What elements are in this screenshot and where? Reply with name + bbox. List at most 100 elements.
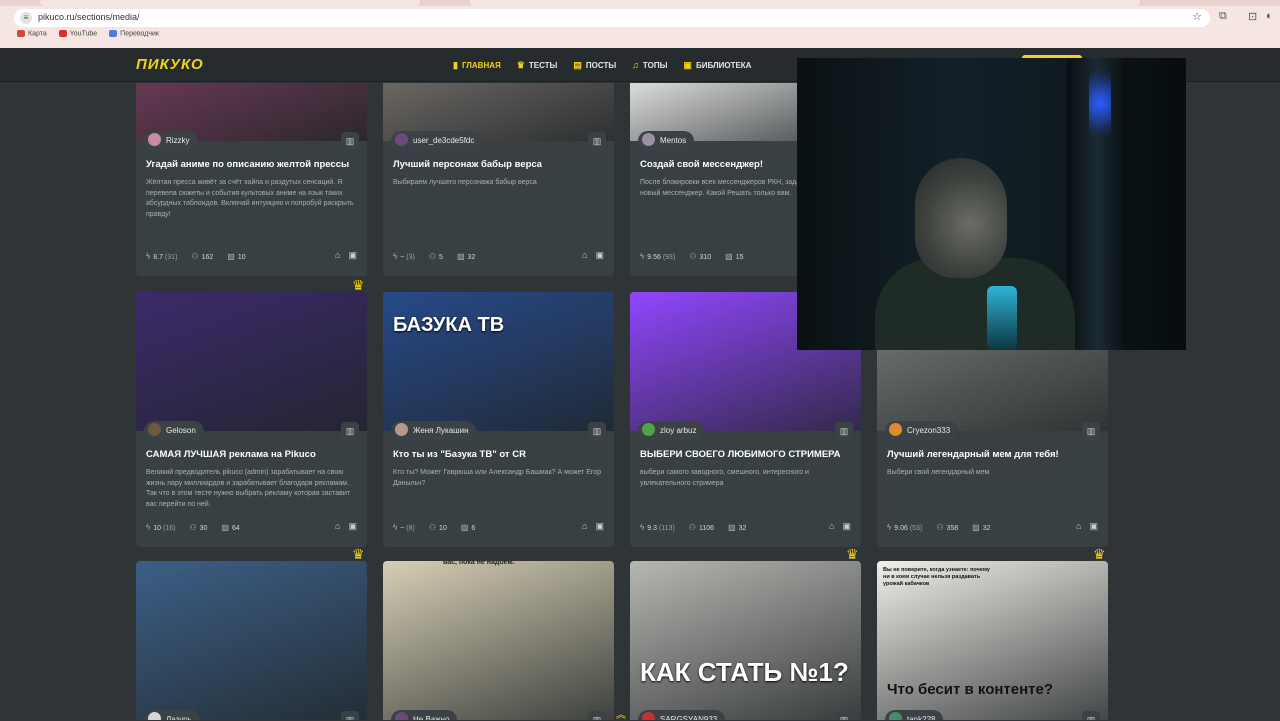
users-icon: ⚇ bbox=[688, 523, 696, 532]
card-thumbnail[interactable]: вас, пока не надоем. bbox=[383, 561, 614, 720]
card-author[interactable]: tank228 bbox=[885, 710, 944, 720]
card-author[interactable]: Лазурь bbox=[144, 710, 200, 720]
extensions-icon[interactable]: ⧉ bbox=[1219, 10, 1227, 23]
test-card[interactable]: Что бесит в контенте? Вы не поверите, ког… bbox=[877, 561, 1108, 720]
images-icon: ▨ bbox=[972, 523, 980, 532]
nav-item-3[interactable]: ♫ ТОПЫ bbox=[632, 60, 667, 70]
nav-item-label: ГЛАВНАЯ bbox=[461, 61, 501, 70]
card-title[interactable]: Лучший персонаж бабыр версa bbox=[393, 159, 605, 170]
test-card[interactable]: Rizzky ▥ Угадай аниме по описанию желтой п… bbox=[136, 83, 367, 276]
rating-metric: ϟ 10 (16) bbox=[146, 523, 175, 532]
card-description: выбери самого заводного, смешного, интер… bbox=[640, 469, 809, 487]
players-value: 10 bbox=[439, 525, 447, 532]
rating-votes: (8) bbox=[406, 525, 415, 532]
test-card[interactable]: БАЗУКА ТВ Женя Лукашин ▥ Кто ты из "Базука … bbox=[383, 292, 614, 547]
card-author[interactable]: Mentos bbox=[638, 131, 695, 151]
nav-item-4[interactable]: ▣ БИБЛИОТЕКА bbox=[683, 60, 751, 71]
card-author[interactable]: user_de3cde5fdc bbox=[391, 131, 483, 151]
stats-chart-icon[interactable]: ▥ bbox=[588, 422, 606, 440]
players-metric: ⚇ 1106 bbox=[688, 523, 714, 532]
card-author[interactable]: SARGSYAN933 bbox=[638, 710, 726, 720]
card-title[interactable]: ВЫБЕРИ СВОЕГО ЛЮБИМОГО СТРИМЕРА bbox=[640, 449, 852, 460]
browser-chrome: ≡ pikuco.ru/sections/media/ ☆ ⧉ ⊡ ◐ Карт… bbox=[0, 0, 1280, 48]
save-icon[interactable]: ▣ bbox=[348, 250, 357, 260]
bookmark-item[interactable]: Переводчик bbox=[109, 30, 159, 37]
players-metric: ⚇ 358 bbox=[936, 523, 958, 532]
card-title[interactable]: Угадай аниме по описанию желтой прессы bbox=[146, 159, 358, 170]
players-metric: ⚇ 5 bbox=[429, 252, 443, 261]
site-logo[interactable]: ПИКУКО bbox=[136, 56, 204, 73]
stats-chart-icon[interactable]: ▥ bbox=[341, 711, 359, 720]
stats-chart-icon[interactable]: ▥ bbox=[588, 132, 606, 150]
card-thumbnail[interactable]: БАЗУКА ТВ bbox=[383, 292, 614, 431]
card-author[interactable]: Не Важно bbox=[391, 710, 458, 720]
items-metric: ▨ 32 bbox=[728, 523, 746, 532]
stats-chart-icon[interactable]: ▥ bbox=[835, 711, 853, 720]
items-metric: ▨ 32 bbox=[456, 252, 475, 261]
browser-tab[interactable] bbox=[40, 0, 420, 6]
card-thumbnail[interactable]: КАК СТАТЬ №1? bbox=[630, 561, 861, 720]
save-icon[interactable]: ▣ bbox=[348, 521, 357, 531]
images-icon: ▨ bbox=[456, 252, 465, 261]
stats-chart-icon[interactable]: ▥ bbox=[341, 422, 359, 440]
save-icon[interactable]: ▣ bbox=[842, 521, 851, 531]
browser-tab-active[interactable] bbox=[470, 0, 1140, 6]
card-author[interactable]: Cryezon333 bbox=[885, 421, 959, 441]
test-card[interactable]: Лазурь ▥ bbox=[136, 561, 367, 720]
items-metric: ▨ 6 bbox=[461, 523, 475, 532]
save-icon[interactable]: ▣ bbox=[595, 250, 604, 260]
stats-chart-icon[interactable]: ▥ bbox=[1082, 711, 1100, 720]
bookmark-item[interactable]: Карта bbox=[17, 30, 47, 37]
author-name: user_de3cde5fdc bbox=[413, 136, 475, 145]
share-icon[interactable]: ⌂ bbox=[335, 521, 340, 531]
profile-icon[interactable]: ◐ bbox=[1266, 10, 1273, 22]
stats-chart-icon[interactable]: ▥ bbox=[341, 132, 359, 150]
rating-value: 8.7 bbox=[153, 254, 163, 261]
lightning-icon: ϟ bbox=[887, 523, 892, 532]
save-icon[interactable]: ▣ bbox=[1089, 521, 1098, 531]
youtube-icon bbox=[58, 30, 67, 37]
save-icon[interactable]: ▣ bbox=[595, 521, 604, 531]
share-icon[interactable]: ⌂ bbox=[1076, 521, 1081, 531]
card-title[interactable]: Лучший легендарный мем для тебя! bbox=[887, 449, 1099, 460]
bookmark-star-icon[interactable]: ☆ bbox=[1192, 10, 1202, 23]
share-icon[interactable]: ⌂ bbox=[582, 250, 587, 260]
items-metric: ▨ 32 bbox=[972, 523, 991, 532]
card-thumbnail[interactable] bbox=[136, 292, 367, 431]
cast-icon[interactable]: ⊡ bbox=[1248, 10, 1257, 23]
card-thumbnail[interactable] bbox=[136, 561, 367, 720]
card-author[interactable]: Женя Лукашин bbox=[391, 421, 477, 441]
address-bar[interactable]: ≡ pikuco.ru/sections/media/ ☆ bbox=[14, 9, 1210, 27]
test-card[interactable]: КАК СТАТЬ №1? SARGSYAN933 ▥ bbox=[630, 561, 861, 720]
maps-icon bbox=[17, 30, 25, 37]
stats-chart-icon[interactable]: ▥ bbox=[835, 422, 853, 440]
share-icon[interactable]: ⌂ bbox=[582, 521, 587, 531]
author-avatar bbox=[148, 423, 161, 437]
scroll-up-chevron-icon[interactable]: ︽ bbox=[616, 706, 626, 721]
card-title[interactable]: Кто ты из "Базука ТВ" от CR bbox=[393, 449, 605, 460]
test-card[interactable]: Geloson ▥ САМАЯ ЛУЧШАЯ реклама на Pikuco Ве… bbox=[136, 292, 367, 547]
card-author[interactable]: Rizzky bbox=[144, 131, 198, 151]
card-metrics: ϟ 9.56 (93) ⚇ 310 ▨ 15 bbox=[640, 252, 758, 261]
test-card[interactable]: user_de3cde5fdc ▥ Лучший персонаж бабыр ве… bbox=[383, 83, 614, 276]
author-avatar bbox=[395, 133, 408, 147]
nav-item-0[interactable]: ▮ ГЛАВНАЯ bbox=[453, 60, 501, 71]
test-card[interactable]: вас, пока не надоем. Не Важно ▥ bbox=[383, 561, 614, 720]
card-title[interactable]: САМАЯ ЛУЧШАЯ реклама на Pikuco bbox=[146, 449, 358, 460]
stats-chart-icon[interactable]: ▥ bbox=[1082, 422, 1100, 440]
author-name: zloy arbuz bbox=[660, 426, 697, 435]
card-thumbnail[interactable]: Что бесит в контенте? Вы не поверите, ког… bbox=[877, 561, 1108, 720]
share-icon[interactable]: ⌂ bbox=[335, 250, 340, 260]
rating-metric: ϟ ~ (8) bbox=[393, 523, 415, 532]
nav-item-2[interactable]: ▤ ПОСТЫ bbox=[573, 60, 616, 71]
bookmark-item[interactable]: YouTube bbox=[58, 30, 97, 37]
nav-item-1[interactable]: ♛ ТЕСТЫ bbox=[517, 60, 558, 71]
items-value: 32 bbox=[982, 525, 991, 532]
stats-chart-icon[interactable]: ▥ bbox=[588, 711, 606, 720]
card-author[interactable]: Geloson bbox=[144, 421, 204, 441]
site-info-icon[interactable]: ≡ bbox=[20, 12, 32, 24]
rating-value: ~ bbox=[400, 254, 405, 261]
card-author[interactable]: zloy arbuz bbox=[638, 421, 705, 441]
users-icon: ⚇ bbox=[936, 523, 944, 532]
share-icon[interactable]: ⌂ bbox=[829, 521, 834, 531]
